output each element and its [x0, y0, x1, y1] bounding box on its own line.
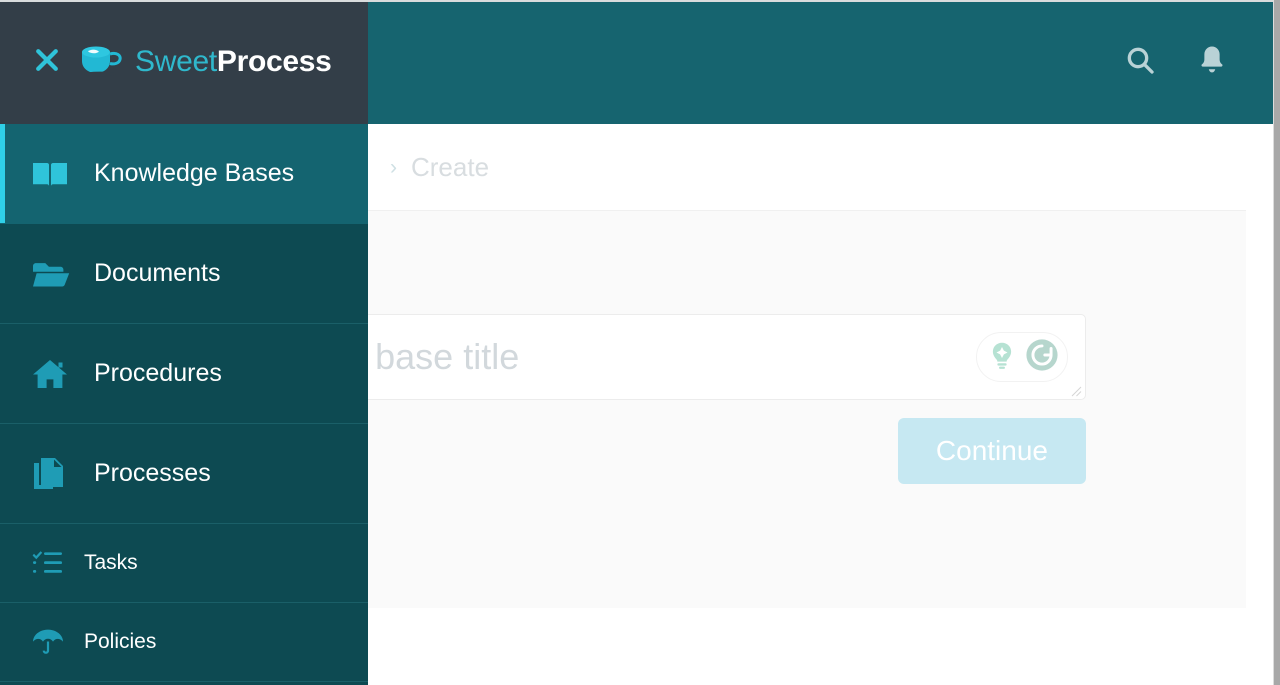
scrollbar-thumb[interactable]: [1274, 0, 1280, 685]
brand-name-process: Process: [216, 45, 332, 78]
coffee-cup-icon: [78, 43, 126, 82]
folder-open-icon: [32, 260, 76, 288]
page-scrollbar[interactable]: [1273, 0, 1280, 685]
notifications-button[interactable]: [1195, 45, 1229, 79]
bell-icon: [1197, 44, 1227, 81]
top-bar-actions: [1123, 45, 1229, 79]
sidebar-item-processes[interactable]: Processes: [0, 424, 368, 524]
chevron-right-icon: ›: [390, 155, 397, 179]
sidebar-item-tasks[interactable]: Tasks: [0, 524, 368, 603]
checklist-icon: [32, 550, 70, 576]
brand-name: SweetProcess: [135, 47, 332, 77]
brand-logo[interactable]: SweetProcess: [78, 43, 332, 82]
sidebar-item-label: Processes: [94, 459, 211, 487]
search-button[interactable]: [1123, 45, 1157, 79]
refresh-circle-icon: [1025, 338, 1059, 377]
sidebar-item-policies[interactable]: Policies: [0, 603, 368, 682]
lightbulb-sparkle-icon: [987, 340, 1017, 375]
sidebar-item-label: Procedures: [94, 359, 222, 387]
sidebar-item-label: Documents: [94, 259, 221, 287]
app-root: SweetProcess › Create Knowledge base tit…: [0, 0, 1280, 685]
suggest-title-button[interactable]: [983, 338, 1021, 376]
copy-files-icon: [32, 457, 76, 491]
sidebar-item-label: Tasks: [84, 551, 138, 574]
sidebar-item-knowledge-bases[interactable]: Knowledge Bases: [0, 124, 368, 224]
top-bar: SweetProcess: [0, 0, 1273, 124]
close-sidebar-button[interactable]: [24, 45, 70, 80]
umbrella-icon: [32, 628, 70, 656]
sidebar-item-label: Policies: [84, 630, 157, 653]
brand-name-sweet: Sweet: [135, 45, 217, 78]
continue-button[interactable]: Continue: [897, 418, 1086, 484]
book-open-icon: [32, 159, 76, 189]
breadcrumb-current: Create: [411, 151, 490, 182]
home-icon: [32, 358, 76, 390]
title-field-actions: [976, 332, 1068, 382]
search-icon: [1124, 44, 1156, 81]
logo-zone: SweetProcess: [0, 0, 368, 124]
sidebar-item-documents[interactable]: Documents: [0, 224, 368, 324]
sidebar-item-procedures[interactable]: Procedures: [0, 324, 368, 424]
window-top-edge: [0, 0, 1273, 2]
sidebar-item-label: Knowledge Bases: [94, 159, 295, 187]
close-x-icon: [32, 45, 62, 80]
regenerate-title-button[interactable]: [1023, 338, 1061, 376]
sidebar-nav: Knowledge Bases Documents Procedures Pro…: [0, 124, 368, 685]
